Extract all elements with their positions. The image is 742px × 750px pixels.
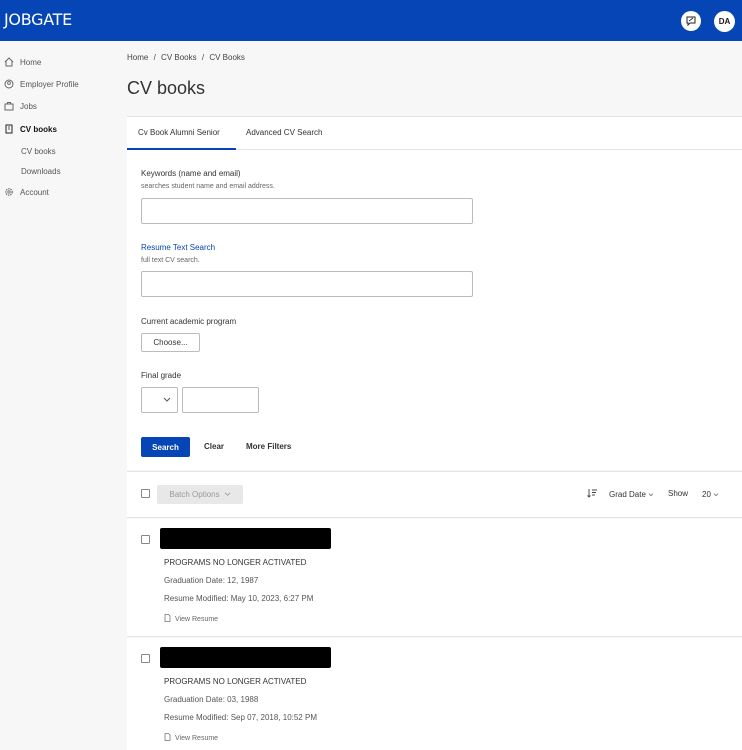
keywords-label: Keywords (name and email) — [141, 169, 241, 178]
top-bar: JOBGATE DA — [0, 0, 742, 41]
resume-text-search-label[interactable]: Resume Text Search — [141, 243, 215, 252]
chevron-down-icon — [713, 493, 719, 497]
sidebar-item-label: Employer Profile — [20, 79, 79, 89]
result-program: PROGRAMS NO LONGER ACTIVATED — [164, 677, 307, 686]
breadcrumb-cv-books[interactable]: CV Books — [161, 53, 197, 62]
home-icon — [4, 57, 14, 67]
choose-program-button[interactable]: Choose... — [141, 333, 200, 352]
batch-options-label: Batch Options — [169, 490, 220, 499]
tab-cv-book-alumni-senior[interactable]: Cv Book Alumni Senior — [138, 128, 220, 137]
sort-order-icon[interactable] — [587, 488, 598, 500]
result-checkbox[interactable] — [141, 535, 150, 544]
redacted-name[interactable] — [160, 528, 331, 549]
result-resume-modified: Resume Modified: May 10, 2023, 6:27 PM — [164, 594, 314, 603]
sidebar-item-label: Jobs — [20, 101, 37, 111]
grade-operator-select[interactable] — [141, 387, 178, 413]
clear-button[interactable]: Clear — [204, 442, 224, 451]
sidebar-subitem-downloads[interactable]: Downloads — [21, 167, 61, 176]
view-resume-link[interactable]: View Resume — [164, 733, 218, 743]
message-icon[interactable] — [681, 11, 701, 31]
program-label: Current academic program — [141, 317, 237, 326]
sidebar-item-label: CV books — [20, 124, 57, 134]
search-card: Cv Book Alumni Senior Advanced CV Search… — [127, 116, 742, 470]
tab-advanced-cv-search[interactable]: Advanced CV Search — [246, 128, 323, 137]
keywords-hint: searches student name and email address. — [141, 183, 275, 190]
chevron-down-icon — [648, 493, 654, 497]
active-tab-indicator — [127, 148, 236, 150]
page-title: CV books — [127, 78, 206, 98]
show-label: Show — [668, 489, 689, 498]
result-program: PROGRAMS NO LONGER ACTIVATED — [164, 558, 307, 567]
breadcrumb-separator: / — [201, 53, 205, 62]
grade-value-input[interactable] — [182, 387, 259, 413]
chevron-down-icon — [163, 397, 171, 402]
breadcrumb-home[interactable]: Home — [127, 53, 148, 62]
tab-bar: Cv Book Alumni Senior Advanced CV Search — [127, 117, 742, 150]
avatar[interactable]: DA — [714, 11, 735, 32]
view-resume-label: View Resume — [175, 615, 219, 623]
sidebar-item-label: Home — [20, 57, 42, 67]
sidebar-item-home[interactable]: Home — [4, 57, 41, 67]
sort-select[interactable]: Grad Date — [609, 490, 654, 499]
briefcase-icon — [4, 101, 14, 111]
sidebar: Home Employer Profile Jobs CV books CV b… — [0, 41, 113, 750]
logo[interactable]: JOBGATE — [4, 10, 72, 29]
sidebar-item-cv-books[interactable]: CV books — [4, 124, 57, 134]
keywords-input[interactable] — [141, 198, 473, 224]
sidebar-item-account[interactable]: Account — [4, 187, 49, 197]
search-button[interactable]: Search — [141, 437, 190, 457]
sidebar-item-employer-profile[interactable]: Employer Profile — [4, 79, 79, 89]
user-circle-icon — [4, 79, 14, 89]
results-toolbar: Batch Options Grad Date Show 20 — [127, 471, 742, 518]
gear-icon — [4, 187, 14, 197]
result-checkbox[interactable] — [141, 654, 150, 663]
view-resume-label: View Resume — [175, 734, 219, 742]
document-icon — [164, 733, 171, 743]
book-icon — [4, 124, 14, 134]
select-all-checkbox[interactable] — [141, 489, 150, 498]
sidebar-subitem-cv-books[interactable]: CV books — [21, 147, 56, 156]
chevron-down-icon — [224, 492, 230, 496]
more-filters-button[interactable]: More Filters — [246, 442, 291, 451]
resume-text-input[interactable] — [141, 271, 473, 297]
sidebar-item-jobs[interactable]: Jobs — [4, 101, 37, 111]
result-resume-modified: Resume Modified: Sep 07, 2018, 10:52 PM — [164, 713, 317, 722]
page-size-value: 20 — [702, 490, 711, 499]
breadcrumb-separator: / — [153, 53, 156, 62]
resume-text-hint: full text CV search. — [141, 257, 200, 264]
result-graduation-date: Graduation Date: 03, 1988 — [164, 695, 259, 704]
batch-options-button[interactable]: Batch Options — [157, 485, 243, 504]
page-size-select[interactable]: 20 — [702, 490, 719, 499]
list-item: PROGRAMS NO LONGER ACTIVATED Graduation … — [127, 638, 742, 750]
view-resume-link[interactable]: View Resume — [164, 614, 218, 624]
breadcrumb-current: CV Books — [209, 53, 245, 62]
redacted-name[interactable] — [160, 647, 331, 668]
document-icon — [164, 614, 171, 624]
list-item: PROGRAMS NO LONGER ACTIVATED Graduation … — [127, 519, 742, 637]
final-grade-label: Final grade — [141, 371, 182, 380]
sidebar-item-label: Account — [20, 187, 49, 197]
result-graduation-date: Graduation Date: 12, 1987 — [164, 576, 259, 585]
sort-label: Grad Date — [609, 490, 646, 499]
breadcrumb: Home / CV Books / CV Books — [127, 53, 248, 62]
